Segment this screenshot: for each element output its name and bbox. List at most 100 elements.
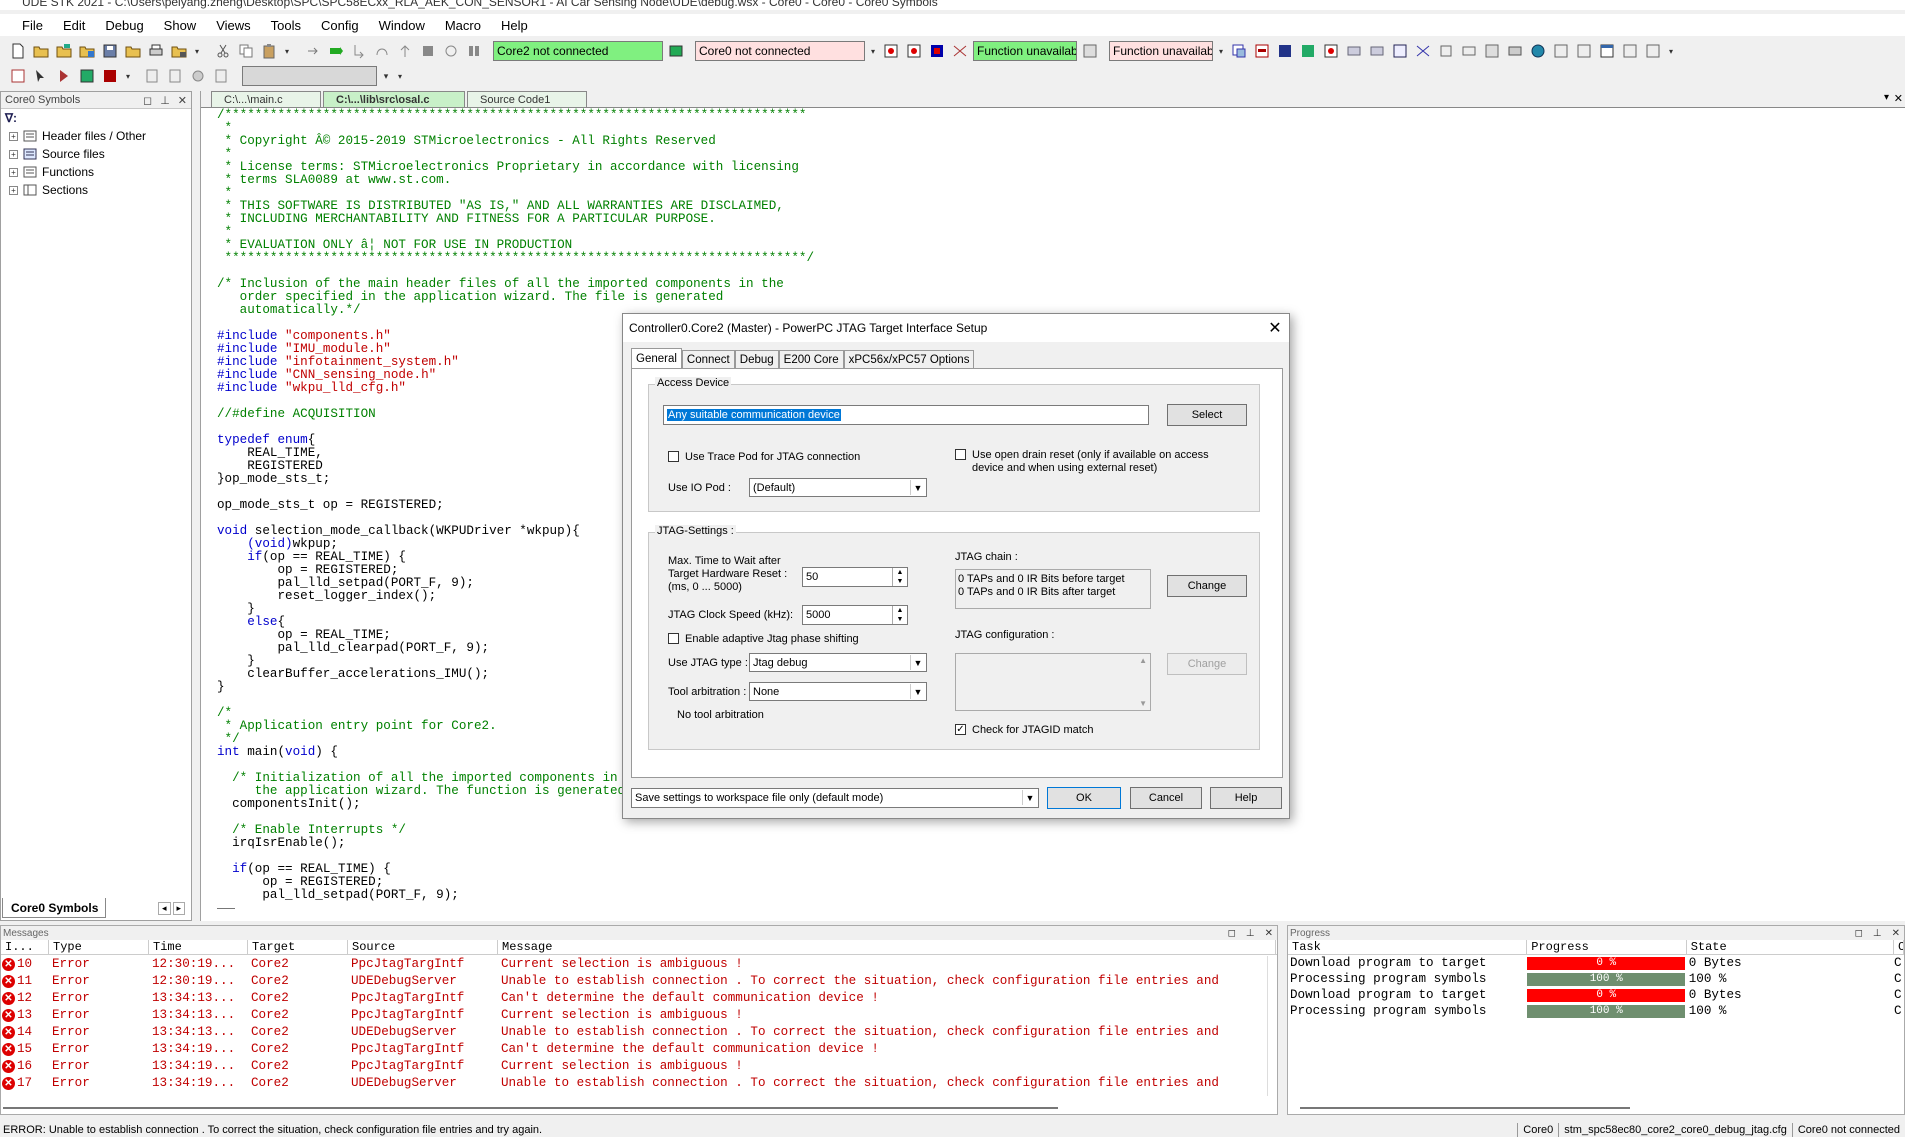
col-source[interactable]: Source <box>348 940 498 954</box>
col-target[interactable]: Target <box>248 940 348 954</box>
connect-icon[interactable] <box>666 41 686 61</box>
filter-icon[interactable]: ∇: <box>5 111 17 125</box>
print-icon[interactable] <box>146 41 166 61</box>
run-icon[interactable] <box>326 41 346 61</box>
paste-icon[interactable] <box>259 41 279 61</box>
tab-list-icon[interactable]: ▾ <box>1884 92 1889 103</box>
message-row[interactable]: ✕ 11 Error 12:30:19... Core2 UDEDebugServer Un… <box>1 972 1277 989</box>
editor-close-icon[interactable]: ✕ <box>1894 92 1903 105</box>
pin-icon[interactable]: ⊥ <box>160 94 170 107</box>
trace-pod-checkbox[interactable] <box>668 451 679 462</box>
menu-config[interactable]: Config <box>311 18 369 33</box>
view9-icon[interactable] <box>1551 41 1571 61</box>
jtagid-checkbox[interactable]: ✓ <box>955 724 966 735</box>
disassembly-icon[interactable] <box>1275 41 1295 61</box>
copy-icon[interactable] <box>236 41 256 61</box>
restore-icon[interactable]: ◻ <box>143 94 152 107</box>
watch-icon[interactable] <box>927 41 947 61</box>
message-row[interactable]: ✕ 10 Error 12:30:19... Core2 PpcJtagTargIntf C… <box>1 955 1277 972</box>
combo-arrow-icon[interactable]: ▾ <box>380 66 392 86</box>
program-icon[interactable] <box>77 66 97 86</box>
message-row[interactable]: ✕ 14 Error 13:34:13... Core2 UDEDebugServer Un… <box>1 1023 1277 1040</box>
view5-icon[interactable] <box>1436 41 1456 61</box>
view1-icon[interactable] <box>1344 41 1364 61</box>
col-progress[interactable]: Progress <box>1527 940 1687 954</box>
hscroll-thumb[interactable] <box>3 1107 1058 1109</box>
messages-hscroll[interactable] <box>1 1104 1261 1114</box>
step-out-icon[interactable] <box>395 41 415 61</box>
restore-icon[interactable]: ◻ <box>1228 928 1236 939</box>
col-task[interactable]: Task <box>1288 940 1528 954</box>
view12-icon[interactable] <box>1620 41 1640 61</box>
breakpoint-icon[interactable] <box>881 41 901 61</box>
message-row[interactable]: ✕ 13 Error 13:34:13... Core2 PpcJtagTargIntf C… <box>1 1006 1277 1023</box>
save-workspace-icon[interactable] <box>77 41 97 61</box>
open-folder-icon[interactable] <box>31 41 51 61</box>
messages-vscroll[interactable] <box>1267 956 1277 1096</box>
pin-icon[interactable]: ⊥ <box>1873 928 1882 939</box>
progress-row[interactable]: Processing program symbols 100 % 100 % C <box>1288 971 1904 987</box>
menu-macro[interactable]: Macro <box>435 18 491 33</box>
save-mode-select[interactable]: Save settings to workspace file only (de… <box>631 788 1039 808</box>
change-config-button[interactable]: Change <box>1167 653 1247 675</box>
dialog-close-icon[interactable]: ✕ <box>1261 318 1289 338</box>
jtag-config-box[interactable]: ▲ ▼ <box>955 653 1151 711</box>
tree-item-header-files[interactable]: + Header files / Other <box>1 127 191 145</box>
core2-status-box[interactable]: Core2 not connected <box>493 41 663 61</box>
arbitration-select[interactable]: None ▼ <box>749 682 927 701</box>
chevron-down-icon[interactable]: ▼ <box>910 684 925 699</box>
tab-main-c[interactable]: C:\...\main.c <box>211 91 321 107</box>
memory-icon[interactable] <box>1252 41 1272 61</box>
trace-icon[interactable] <box>950 41 970 61</box>
spinner-icon[interactable]: ▲ ▼ <box>892 606 907 624</box>
progress-hscroll-thumb[interactable] <box>1300 1107 1630 1109</box>
variables-icon[interactable] <box>1298 41 1318 61</box>
expand-icon[interactable]: + <box>9 131 18 141</box>
message-row[interactable]: ✕ 12 Error 13:34:13... Core2 PpcJtagTargIntf C… <box>1 989 1277 1006</box>
col-c[interactable]: C <box>1894 940 1905 954</box>
toolbar-dropdown-icon[interactable]: ▾ <box>192 41 202 61</box>
registers-icon[interactable] <box>1229 41 1249 61</box>
clock-speed-field[interactable]: 5000 ▲ ▼ <box>802 605 908 625</box>
scroll-right-icon[interactable]: ▸ <box>172 902 186 915</box>
cut-icon[interactable] <box>213 41 233 61</box>
tab-general[interactable]: General <box>631 348 682 368</box>
stop-icon[interactable] <box>418 41 438 61</box>
change-chain-button[interactable]: Change <box>1167 575 1247 597</box>
function-status-1[interactable]: Function unavailabl <box>973 41 1077 61</box>
col-type[interactable]: Type <box>49 940 149 954</box>
cursor-icon[interactable] <box>31 66 51 86</box>
chevron-down-icon[interactable]: ▼ <box>910 655 925 670</box>
combo-dropdown-icon[interactable]: ▾ <box>395 66 405 86</box>
reset-icon[interactable] <box>441 41 461 61</box>
save-icon[interactable] <box>100 41 120 61</box>
expand-icon[interactable]: + <box>9 149 18 159</box>
circle-icon[interactable] <box>188 66 208 86</box>
max-time-field[interactable]: 50 ▲ ▼ <box>802 567 908 587</box>
adaptive-checkbox[interactable] <box>668 633 679 644</box>
message-row[interactable]: ✕ 16 Error 13:34:19... Core2 PpcJtagTargIntf C… <box>1 1057 1277 1074</box>
scroll-up-icon[interactable]: ▲ <box>1139 656 1147 665</box>
erase-icon[interactable] <box>100 66 120 86</box>
tab-debug[interactable]: Debug <box>734 350 779 368</box>
view11-icon[interactable] <box>1597 41 1617 61</box>
step-icon[interactable] <box>303 41 323 61</box>
view3-icon[interactable] <box>1390 41 1410 61</box>
open-workspace-icon[interactable] <box>54 41 74 61</box>
record-icon[interactable] <box>1321 41 1341 61</box>
tab-xpc-options[interactable]: xPC56x/xPC57 Options <box>843 350 975 368</box>
view13-icon[interactable] <box>1643 41 1663 61</box>
expand-icon[interactable]: + <box>9 167 18 177</box>
breakpoint2-icon[interactable] <box>904 41 924 61</box>
doc2-icon[interactable] <box>165 66 185 86</box>
menu-show[interactable]: Show <box>154 18 207 33</box>
message-row[interactable]: ✕ 17 Error 13:34:19... Core2 UDEDebugServer Un… <box>1 1074 1277 1091</box>
toolbar-combo[interactable] <box>242 66 377 86</box>
jtag-type-select[interactable]: Jtag debug ▼ <box>749 653 927 672</box>
progress-row[interactable]: Download program to target 0 % 0 Bytes C <box>1288 987 1904 1003</box>
view-dropdown-icon[interactable]: ▾ <box>1666 41 1676 61</box>
tab-connect[interactable]: Connect <box>681 350 735 368</box>
symbols-bottom-tab[interactable]: Core0 Symbols <box>2 898 106 918</box>
script-icon[interactable] <box>8 66 28 86</box>
view6-icon[interactable] <box>1459 41 1479 61</box>
